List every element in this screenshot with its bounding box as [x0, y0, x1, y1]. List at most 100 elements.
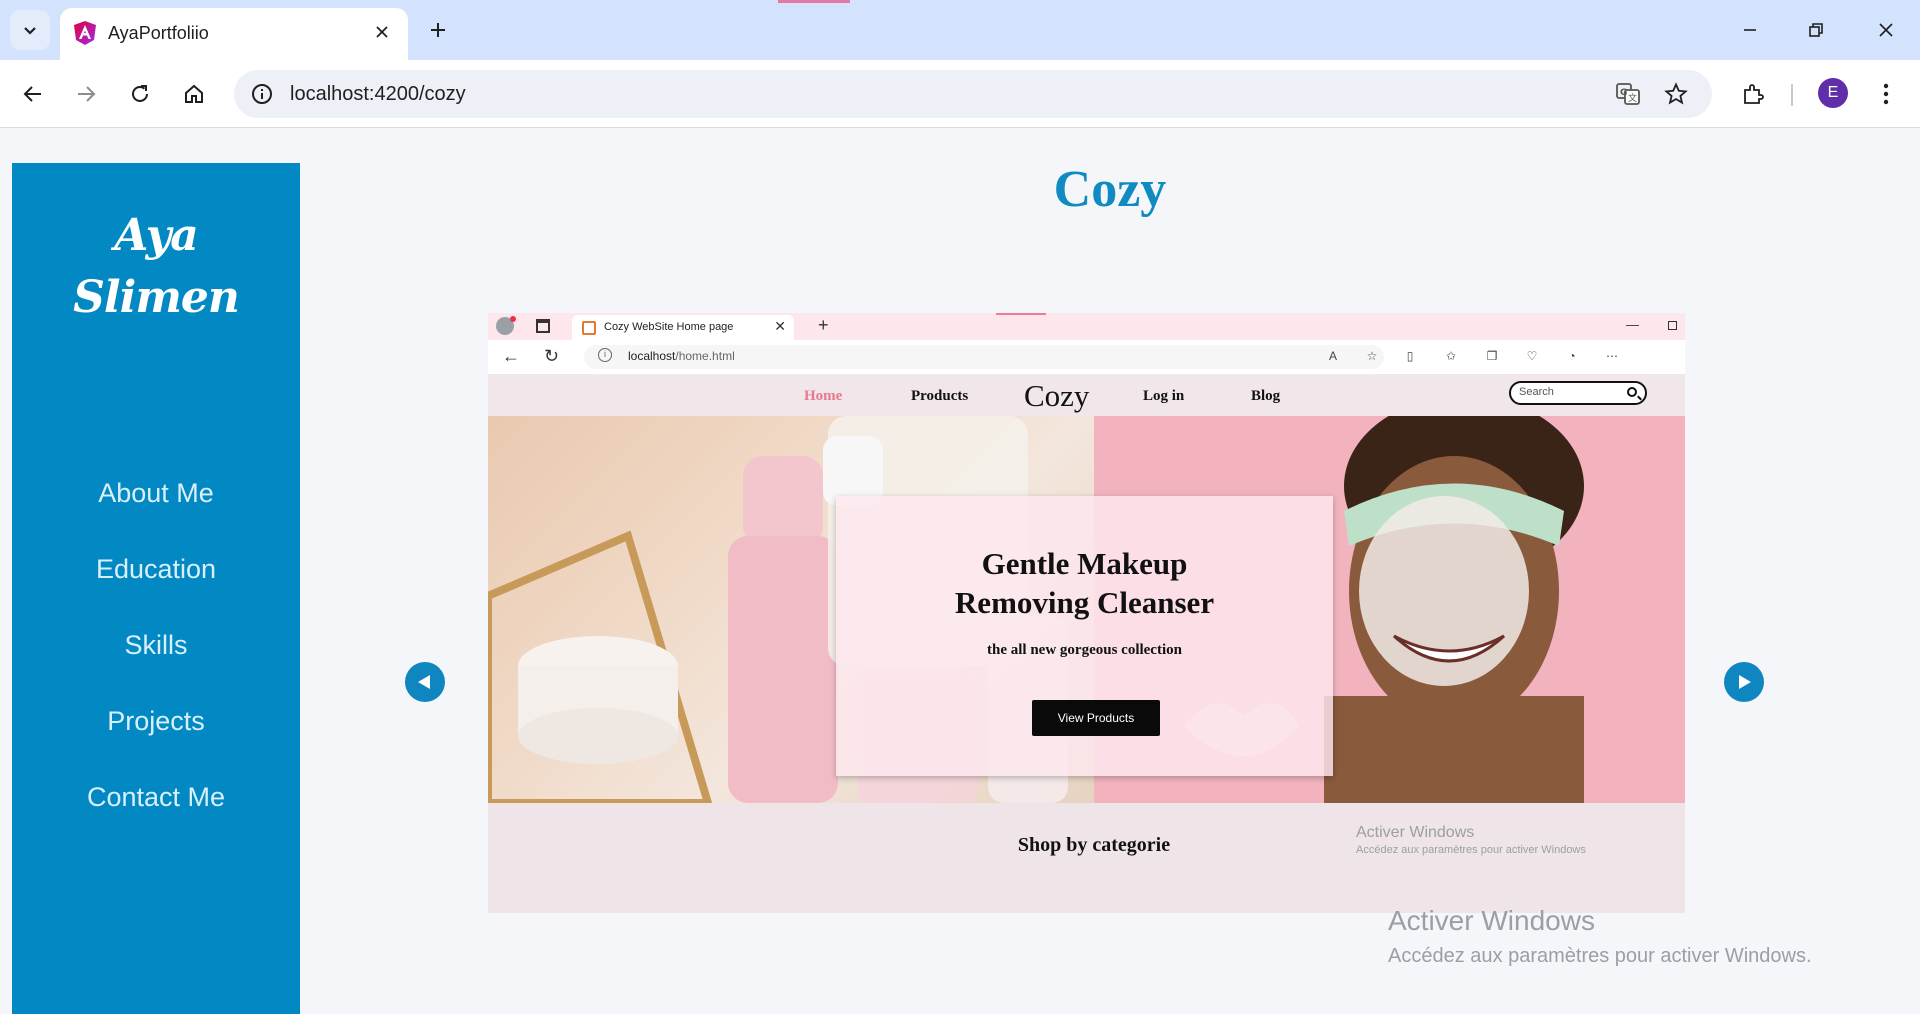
activation-subtitle: Accédez aux paramètres pour activer Wind… [1388, 945, 1812, 967]
close-icon [1879, 23, 1893, 37]
slide-browser-titlebar: Cozy WebSite Home page ✕ + — [488, 313, 1685, 340]
slide-hero-caption: Gentle Makeup Removing Cleanser the all … [836, 496, 1333, 776]
windows-activation-watermark: Activer Windows Accédez aux paramètres p… [1388, 905, 1812, 968]
nav-about-me[interactable]: About Me [12, 455, 300, 531]
slide-nav-login: Log in [1143, 388, 1185, 404]
close-window-button[interactable] [1856, 8, 1916, 52]
slide-info-icon: i [598, 348, 612, 362]
sidebar-nav: About Me Education Skills Projects Conta… [12, 455, 300, 835]
plus-icon [431, 23, 445, 37]
slide-split-icon: ▯ [1406, 349, 1414, 363]
slide-maximize-icon [1668, 321, 1677, 330]
translate-icon: G文 [1616, 83, 1640, 105]
browser-tabstrip: AyaPortfoliio [0, 0, 1920, 60]
nav-projects[interactable]: Projects [12, 683, 300, 759]
slide-activation-watermark: Activer Windows Accédez aux paramètres p… [1356, 824, 1586, 856]
home-icon [185, 84, 203, 103]
slide-browser-tab: Cozy WebSite Home page ✕ [572, 315, 794, 340]
carousel-next-button[interactable] [1724, 662, 1764, 702]
slide-collections-icon: ❐ [1486, 349, 1498, 363]
translate-button[interactable]: G文 [1612, 78, 1644, 110]
new-tab-button[interactable] [420, 12, 456, 48]
restore-icon [1809, 23, 1823, 37]
chevron-down-icon [24, 27, 36, 35]
slide-star-icon: ☆ [1366, 349, 1378, 363]
tab-loading-indicator [778, 0, 850, 3]
slide-minimize-icon: — [1626, 317, 1639, 332]
reload-button[interactable] [120, 74, 160, 114]
forward-button[interactable] [66, 74, 106, 114]
triangle-left-icon [418, 675, 430, 689]
svg-text:G: G [1620, 88, 1627, 98]
nav-education[interactable]: Education [12, 531, 300, 607]
slide-plus-icon: + [818, 315, 829, 335]
sidebar: Aya Slimen About Me Education Skills Pro… [12, 163, 300, 1014]
slide-heart-icon: ♡ [1526, 349, 1538, 363]
arrow-right-icon [78, 86, 96, 102]
menu-button[interactable] [1866, 74, 1906, 114]
slide-nav-blog: Blog [1251, 388, 1281, 404]
extensions-button[interactable] [1733, 74, 1773, 114]
minimize-button[interactable] [1720, 8, 1780, 52]
svg-text:文: 文 [1628, 92, 1637, 104]
slide-search-icon [1627, 387, 1637, 397]
slide-nav-products: Products [911, 388, 969, 404]
angular-favicon-icon [74, 21, 96, 45]
slide-brand: Cozy [1024, 378, 1090, 413]
reload-icon [132, 85, 148, 102]
slide-url-box: i localhost/home.html [584, 345, 1384, 369]
logo-first-name: Aya [114, 210, 198, 261]
minimize-icon [1744, 29, 1756, 31]
puzzle-icon [1744, 84, 1764, 104]
slide-search-placeholder: Search [1519, 386, 1554, 398]
arrow-left-icon [23, 86, 41, 102]
address-bar[interactable]: localhost:4200/cozy G文 [234, 70, 1712, 118]
nav-contact-me[interactable]: Contact Me [12, 759, 300, 835]
url-text: localhost:4200/cozy [290, 83, 466, 105]
carousel-slide: Cozy WebSite Home page ✕ + — ← ↻ i local… [488, 313, 1685, 913]
nav-skills[interactable]: Skills [12, 607, 300, 683]
slide-address-bar: ← ↻ i localhost/home.html A ☆ ▯ ✩ ❐ ♡ ◔ … [488, 340, 1685, 374]
back-button[interactable] [13, 74, 53, 114]
toolbar-separator [1791, 84, 1793, 106]
slide-hero-subtitle: the all new gorgeous collection [987, 642, 1182, 658]
slide-reload-icon: ↻ [544, 346, 560, 366]
bookmark-button[interactable] [1660, 78, 1692, 110]
page-title: Cozy [1053, 161, 1167, 218]
slide-tab-actions-icon [536, 319, 550, 333]
site-info-button[interactable] [246, 78, 278, 110]
slide-hero-title: Gentle Makeup Removing Cleanser [954, 546, 1215, 620]
star-icon [1664, 82, 1688, 105]
tab-search-button[interactable] [10, 10, 50, 50]
slide-favicon-icon [582, 321, 596, 335]
slide-url: localhost/home.html [628, 349, 735, 363]
slide-nav-home: Home [804, 388, 843, 404]
close-icon [376, 26, 388, 38]
slide-more-icon: ⋯ [1606, 349, 1618, 363]
logo-last-name: Slimen [73, 272, 240, 323]
tab-close-button[interactable] [368, 18, 396, 46]
slide-notification-dot [510, 316, 516, 322]
more-vert-icon [1883, 83, 1889, 105]
slide-website: Home Products Cozy Log in Blog Search Ge… [488, 374, 1685, 913]
triangle-right-icon [1739, 675, 1751, 689]
info-icon [252, 84, 272, 104]
slide-tab-title: Cozy WebSite Home page [604, 321, 734, 333]
carousel-prev-button[interactable] [405, 662, 445, 702]
slide-read-aloud-icon: A [1328, 349, 1337, 363]
restore-button[interactable] [1786, 8, 1846, 52]
tab-title: AyaPortfoliio [108, 23, 209, 43]
logo[interactable]: Aya Slimen [12, 205, 300, 329]
profile-avatar[interactable]: E [1818, 78, 1848, 108]
slide-back-icon: ← [502, 346, 520, 366]
slide-hero: Gentle Makeup Removing Cleanser the all … [488, 416, 1685, 803]
slide-search-box: Search [1509, 381, 1647, 405]
slide-edge-icon: ◔ [1568, 349, 1576, 363]
home-button[interactable] [174, 74, 214, 114]
browser-toolbar: localhost:4200/cozy G文 E [0, 60, 1920, 128]
slide-close-icon: ✕ [774, 318, 786, 334]
slide-loading-indicator [996, 313, 1046, 315]
slide-view-products-button: View Products [1032, 700, 1160, 736]
browser-tab[interactable]: AyaPortfoliio [60, 8, 408, 60]
activation-title: Activer Windows [1388, 905, 1595, 936]
